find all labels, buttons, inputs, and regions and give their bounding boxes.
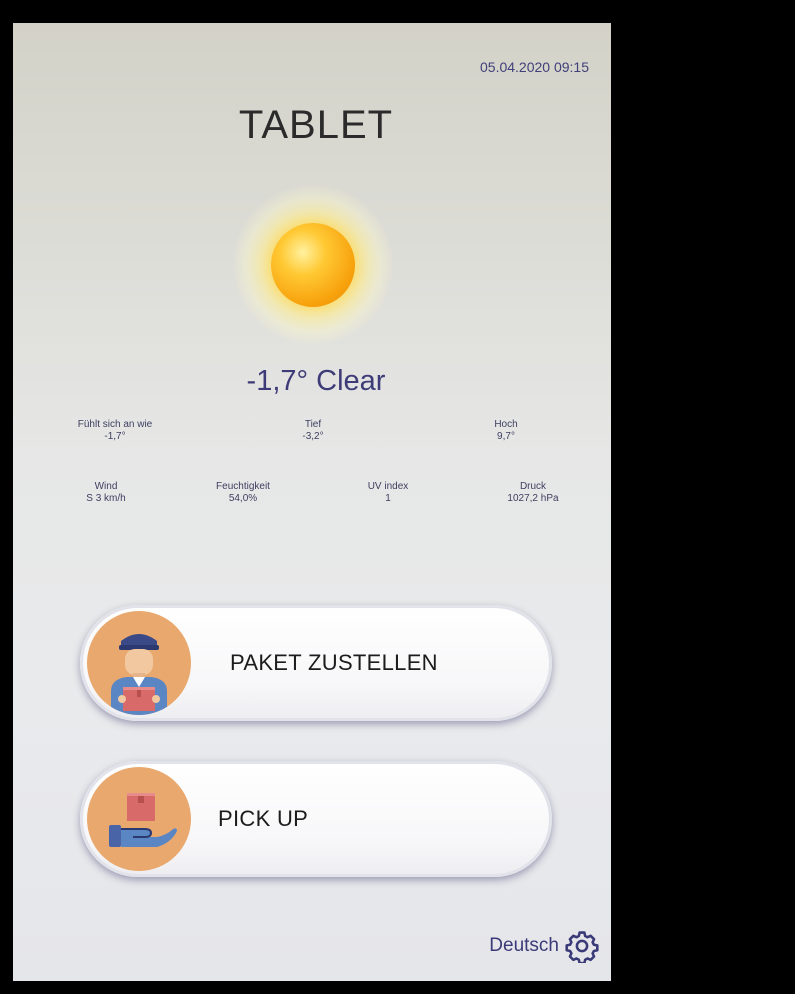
stat-value: 1027,2 hPa	[507, 493, 559, 504]
stat-label: Tief	[304, 419, 322, 430]
courier-with-package-icon	[87, 611, 191, 715]
stat-humidity: Feuchtigkeit 54,0%	[193, 481, 293, 505]
stat-value: 1	[385, 493, 391, 504]
deliver-package-label: PAKET ZUSTELLEN	[230, 650, 438, 675]
stat-label: Wind	[94, 481, 118, 492]
sun-core	[271, 223, 355, 307]
stat-value: -1,7°	[104, 431, 126, 442]
stat-label: Feuchtigkeit	[216, 481, 270, 492]
stat-feels-like: Fühlt sich an wie -1,7°	[55, 419, 175, 443]
date-time: 05.04.2020 09:15	[480, 59, 589, 75]
pick-up-button[interactable]: PICK UP	[80, 761, 552, 877]
stat-value: 54,0%	[228, 493, 258, 504]
stat-label: UV index	[367, 481, 409, 492]
weather-summary: -1,7° Clear	[246, 365, 386, 397]
stat-value: -3,2°	[302, 431, 324, 442]
stat-label: Druck	[519, 481, 547, 492]
stat-high: Hoch 9,7°	[466, 419, 546, 443]
gear-icon[interactable]	[565, 929, 599, 965]
hand-holding-package-icon	[87, 767, 191, 871]
stat-label: Fühlt sich an wie	[77, 419, 153, 430]
stat-label: Hoch	[494, 419, 518, 430]
tablet-screen: 05.04.2020 09:15 TABLET -1,7° Clear Fühl…	[13, 23, 611, 981]
stat-value: S 3 km/h	[86, 493, 126, 504]
device-frame: 05.04.2020 09:15 TABLET -1,7° Clear Fühl…	[0, 0, 795, 994]
page-title: TABLET	[238, 103, 394, 147]
pick-up-label: PICK UP	[218, 806, 309, 831]
stat-wind: Wind S 3 km/h	[71, 481, 141, 505]
stat-pressure: Druck 1027,2 hPa	[488, 481, 578, 505]
stat-low: Tief -3,2°	[273, 419, 353, 443]
deliver-package-button[interactable]: PAKET ZUSTELLEN	[80, 605, 552, 721]
language-selector[interactable]: Deutsch	[489, 935, 559, 957]
stat-value: 9,7°	[497, 431, 515, 442]
stat-uv-index: UV index 1	[343, 481, 433, 505]
sun-icon	[233, 185, 393, 345]
